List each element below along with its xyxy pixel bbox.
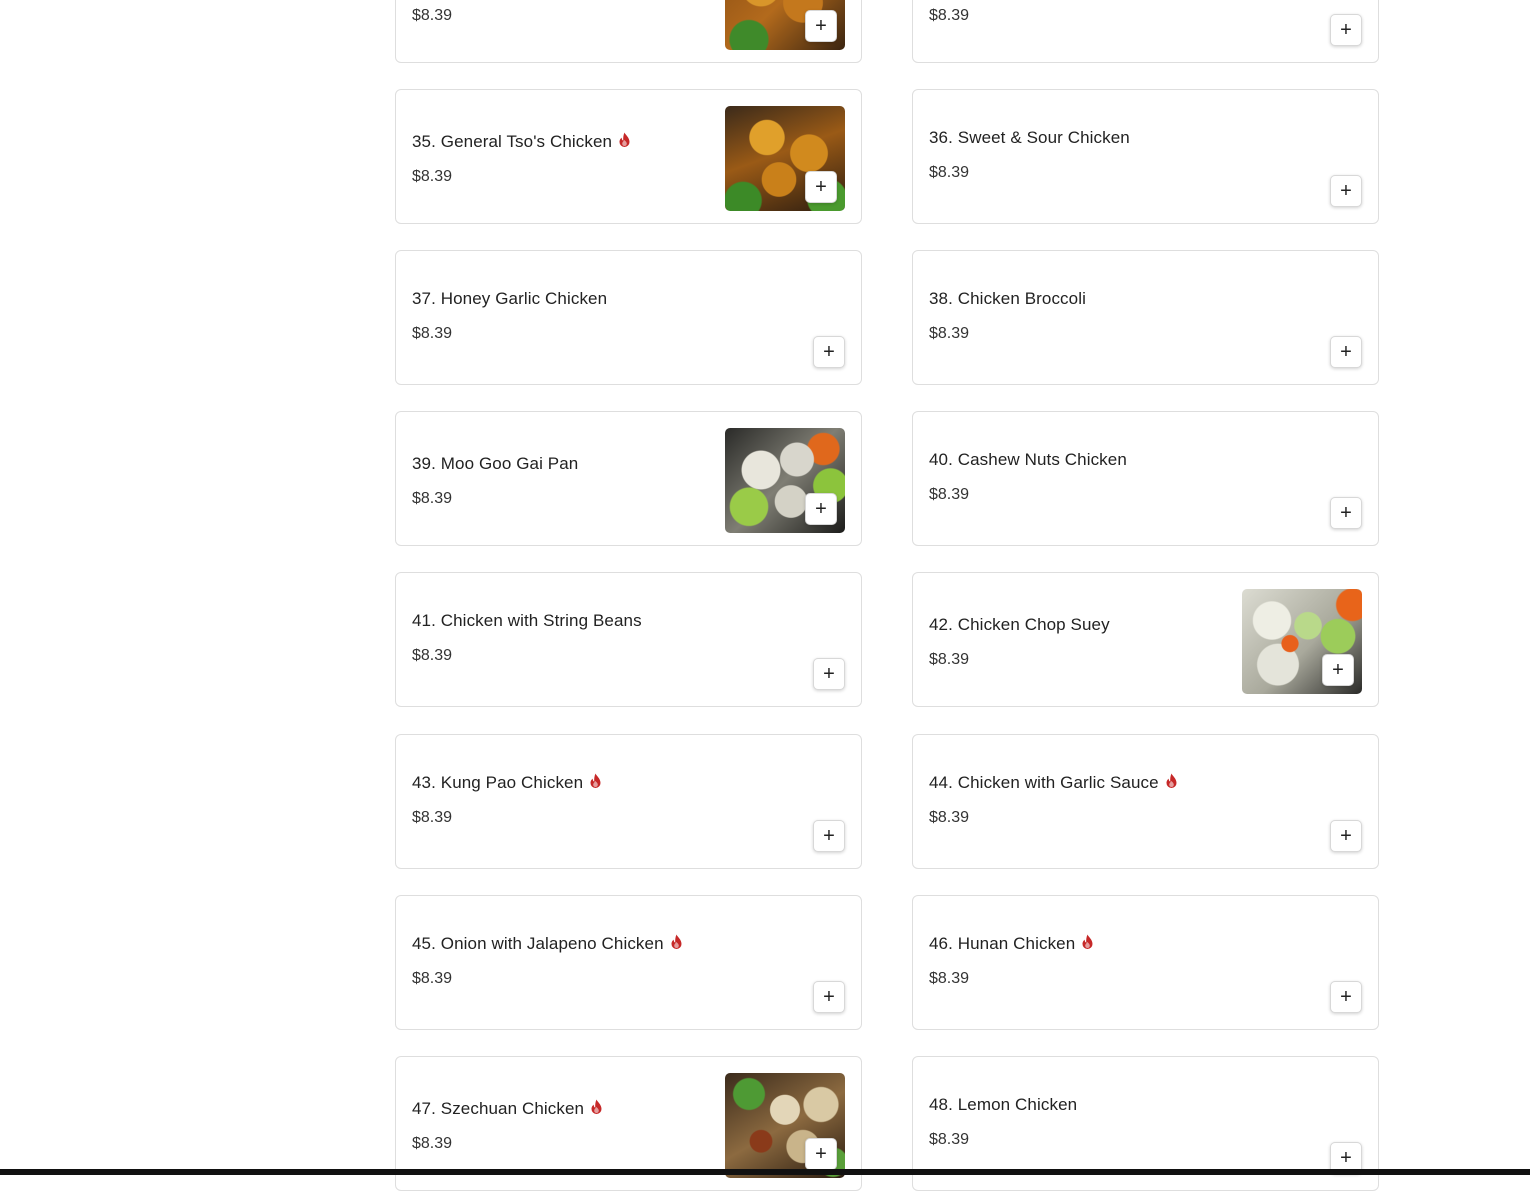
add-to-cart-button[interactable]: + [805,1138,837,1170]
menu-item-card[interactable]: 44. Chicken with Garlic Sauce $8.39 + [912,734,1379,869]
item-price: $8.39 [412,325,453,342]
item-price: $8.39 [412,7,453,24]
add-to-cart-button[interactable]: + [813,336,845,368]
item-price: $8.39 [929,651,970,668]
menu-item-card[interactable]: 45. Onion with Jalapeno Chicken $8.39 + [395,895,862,1030]
menu-item-card[interactable]: 38. Chicken Broccoli $8.39 + [912,250,1379,385]
food-photo[interactable]: + [725,428,845,533]
food-photo[interactable]: + [725,0,845,50]
item-price: $8.39 [412,1135,453,1152]
menu-item-card[interactable]: 40. Cashew Nuts Chicken $8.39 + [912,411,1379,546]
menu-item-card[interactable]: 42. Chicken Chop Suey $8.39 + [912,572,1379,707]
menu-item-card[interactable]: 41. Chicken with String Beans $8.39 + [395,572,862,707]
item-price: $8.39 [929,7,970,24]
add-to-cart-button[interactable]: + [813,658,845,690]
menu-item-card[interactable]: 36. Sweet & Sour Chicken $8.39 + [912,89,1379,224]
flame-icon [590,773,601,788]
food-photo[interactable]: + [725,1073,845,1178]
menu-item-card[interactable]: $8.39 + [395,0,862,63]
item-name: 44. Chicken with Garlic Sauce [929,773,1178,793]
flame-icon [1082,934,1093,949]
item-price: $8.39 [929,970,970,987]
menu-item-card[interactable]: 39. Moo Goo Gai Pan $8.39 + [395,411,862,546]
flame-icon [1166,773,1177,788]
food-photo[interactable]: + [725,106,845,211]
add-to-cart-button[interactable]: + [1330,497,1362,529]
flame-icon [671,934,682,949]
item-name: 45. Onion with Jalapeno Chicken [412,934,683,954]
item-price: $8.39 [929,1131,970,1148]
item-name: 38. Chicken Broccoli [929,289,1086,308]
item-name: 43. Kung Pao Chicken [412,773,602,793]
add-to-cart-button[interactable]: + [813,820,845,852]
add-to-cart-button[interactable]: + [1330,14,1362,46]
item-name: 41. Chicken with String Beans [412,611,642,630]
bottom-bar [0,1169,1530,1175]
item-price: $8.39 [929,486,970,503]
item-price: $8.39 [412,809,453,826]
item-name: 35. General Tso's Chicken [412,132,631,152]
item-name: 42. Chicken Chop Suey [929,615,1110,634]
item-name: 40. Cashew Nuts Chicken [929,450,1127,469]
item-price: $8.39 [412,490,453,507]
item-name: 47. Szechuan Chicken [412,1099,603,1119]
item-price: $8.39 [929,809,970,826]
item-name: 48. Lemon Chicken [929,1095,1078,1114]
menu-item-card[interactable]: 35. General Tso's Chicken $8.39 + [395,89,862,224]
menu-item-card[interactable]: 37. Honey Garlic Chicken $8.39 + [395,250,862,385]
item-price: $8.39 [929,325,970,342]
item-name: 36. Sweet & Sour Chicken [929,128,1130,147]
food-photo[interactable]: + [1242,589,1362,694]
item-name: 37. Honey Garlic Chicken [412,289,608,308]
item-price: $8.39 [412,970,453,987]
item-price: $8.39 [412,647,453,664]
item-price: $8.39 [412,168,453,185]
item-name: 39. Moo Goo Gai Pan [412,454,579,473]
menu-item-card[interactable]: $8.39 + [912,0,1379,63]
item-price: $8.39 [929,164,970,181]
add-to-cart-button[interactable]: + [805,10,837,42]
add-to-cart-button[interactable]: + [1330,820,1362,852]
add-to-cart-button[interactable]: + [805,171,837,203]
add-to-cart-button[interactable]: + [805,493,837,525]
menu-item-card[interactable]: 43. Kung Pao Chicken $8.39 + [395,734,862,869]
add-to-cart-button[interactable]: + [1322,654,1354,686]
add-to-cart-button[interactable]: + [1330,981,1362,1013]
add-to-cart-button[interactable]: + [1330,336,1362,368]
add-to-cart-button[interactable]: + [813,981,845,1013]
add-to-cart-button[interactable]: + [1330,175,1362,207]
flame-icon [619,132,630,147]
item-name: 46. Hunan Chicken [929,934,1094,954]
flame-icon [591,1099,602,1114]
menu-item-card[interactable]: 46. Hunan Chicken $8.39 + [912,895,1379,1030]
